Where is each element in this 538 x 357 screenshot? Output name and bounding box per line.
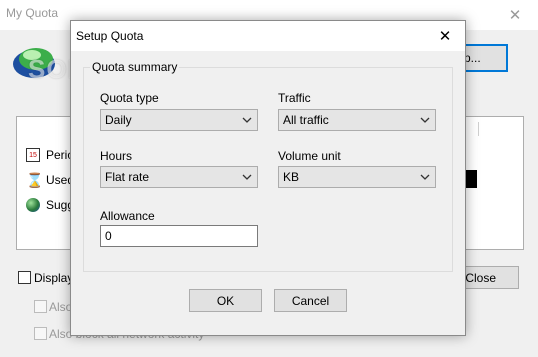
volume-unit-label: Volume unit	[278, 149, 341, 163]
suggested-row: Sugg	[26, 197, 74, 213]
calendar-icon: 15	[26, 148, 40, 162]
chevron-down-icon	[420, 174, 430, 180]
also-checkbox-1-label: Also	[49, 300, 73, 314]
period-row: 15 Perio	[26, 147, 74, 163]
ok-button[interactable]: OK	[189, 289, 262, 312]
globe-icon	[26, 198, 40, 212]
also-checkbox-1[interactable]	[34, 300, 47, 313]
allowance-input[interactable]	[100, 225, 258, 247]
traffic-label: Traffic	[278, 91, 311, 105]
chevron-down-icon	[242, 117, 252, 123]
quota-type-label: Quota type	[100, 91, 159, 105]
usage-bar	[465, 170, 477, 188]
hours-value: Flat rate	[105, 170, 150, 184]
hours-label: Hours	[100, 149, 133, 163]
block-network-checkbox[interactable]	[34, 327, 47, 340]
display-checkbox[interactable]	[18, 271, 31, 284]
chevron-down-icon	[242, 174, 252, 180]
volume-unit-value: KB	[283, 170, 300, 184]
hours-select[interactable]: Flat rate	[100, 166, 258, 188]
dialog-title: Setup Quota	[76, 29, 144, 43]
panel-divider	[478, 122, 479, 136]
quota-type-select[interactable]: Daily	[100, 109, 258, 131]
setup-quota-dialog: Setup Quota ✕ Quota summary Quota type D…	[70, 20, 466, 336]
hourglass-icon: ⌛	[26, 172, 44, 188]
allowance-label: Allowance	[100, 209, 155, 223]
traffic-select[interactable]: All traffic	[278, 109, 436, 131]
used-row: ⌛ Used	[26, 172, 74, 188]
display-checkbox-label: Display	[34, 271, 74, 285]
chevron-down-icon	[420, 117, 430, 123]
close-icon[interactable]: ✕	[492, 0, 538, 30]
quota-type-value: Daily	[105, 113, 132, 127]
cancel-button[interactable]: Cancel	[274, 289, 347, 312]
quota-summary-title: Quota summary	[90, 60, 180, 74]
volume-unit-select[interactable]: KB	[278, 166, 436, 188]
close-icon[interactable]: ✕	[429, 23, 461, 49]
dialog-titlebar: Setup Quota ✕	[71, 21, 465, 51]
traffic-value: All traffic	[283, 113, 329, 127]
main-window-title: My Quota	[6, 6, 59, 20]
quota-summary-group: Quota summary Quota type Daily Traffic A…	[83, 60, 453, 272]
